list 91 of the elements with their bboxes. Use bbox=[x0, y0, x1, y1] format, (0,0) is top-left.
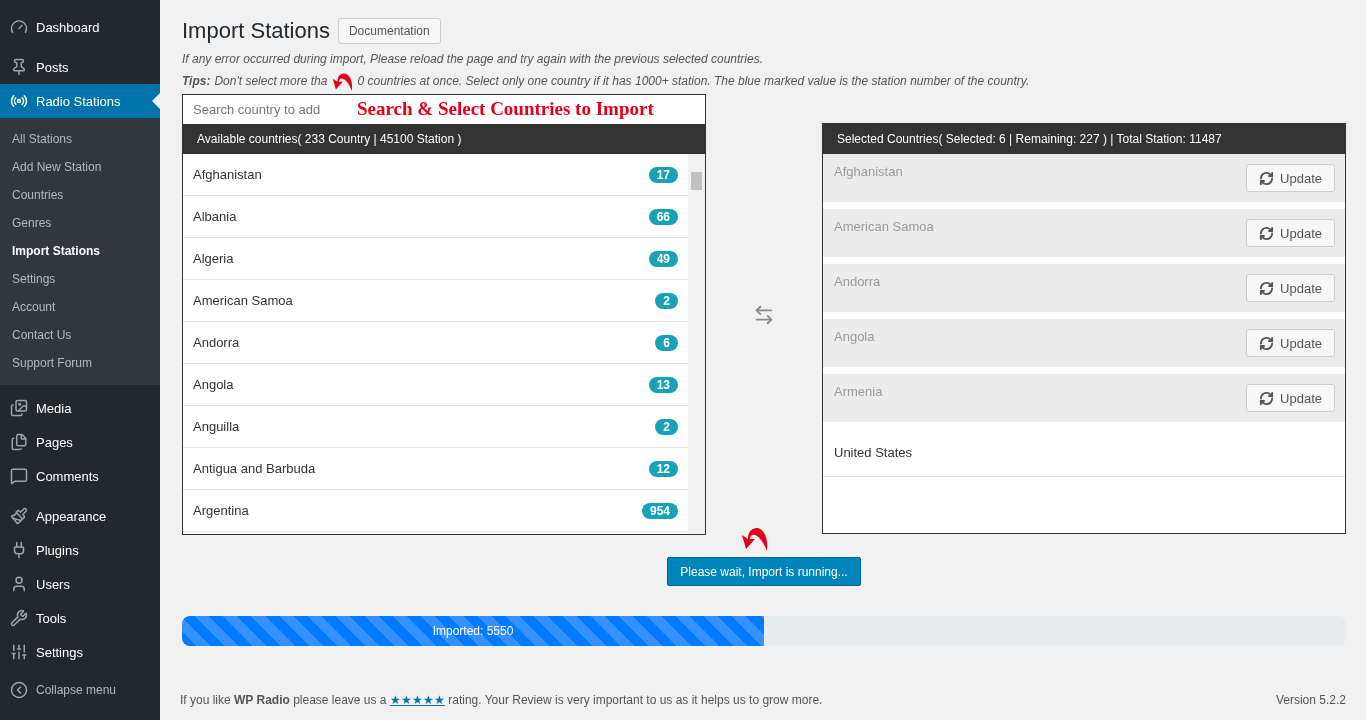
submenu-item[interactable]: All Stations bbox=[0, 125, 160, 153]
menu-item[interactable]: Appearance bbox=[0, 499, 160, 533]
station-count: 17 bbox=[648, 166, 678, 183]
refresh-icon bbox=[1259, 170, 1275, 186]
station-count: 954 bbox=[641, 502, 678, 519]
country-name: Andorra bbox=[834, 274, 881, 289]
footer-text: If you like WP Radio please leave us a ★★★★★ rating. Your Review is very important to us as it helps us to grow more. bbox=[180, 693, 823, 707]
menu-item[interactable]: Radio Stations bbox=[0, 84, 160, 118]
tips-label: Tips: bbox=[182, 74, 211, 88]
country-name: Armenia bbox=[834, 384, 883, 399]
station-count: 6 bbox=[655, 334, 678, 351]
country-row[interactable]: Andorra 6 bbox=[183, 322, 688, 364]
refresh-icon bbox=[1259, 280, 1275, 296]
menu-item[interactable]: Posts bbox=[0, 50, 160, 84]
progress-fill: Imported: 5550 bbox=[182, 616, 764, 646]
country-name: Angola bbox=[193, 377, 234, 392]
menu-item[interactable]: Comments bbox=[0, 459, 160, 493]
swap-icon bbox=[753, 303, 775, 326]
tips-text: Don't select more tha bbox=[214, 74, 328, 88]
station-count: 2 bbox=[655, 418, 678, 435]
country-name: American Samoa bbox=[193, 293, 293, 308]
country-row[interactable]: Albania 66 bbox=[183, 196, 688, 238]
collapse-icon bbox=[10, 681, 28, 699]
submenu-item[interactable]: Import Stations bbox=[0, 237, 160, 265]
menu-item[interactable]: Plugins bbox=[0, 533, 160, 567]
country-row[interactable]: Afghanistan 17 bbox=[183, 154, 688, 196]
scrollbar[interactable] bbox=[688, 154, 705, 534]
update-button[interactable]: Update bbox=[1246, 274, 1335, 302]
page-title: Import Stations bbox=[182, 18, 330, 44]
country-name: Argentina bbox=[193, 503, 249, 518]
submenu-item[interactable]: Genres bbox=[0, 209, 160, 237]
update-button[interactable]: Update bbox=[1246, 329, 1335, 357]
menu-item[interactable]: Media bbox=[0, 391, 160, 425]
menu-item[interactable]: Pages bbox=[0, 425, 160, 459]
annotation-text: Search & Select Countries to Import bbox=[357, 98, 654, 120]
user-icon bbox=[10, 575, 28, 593]
paintbrush-icon bbox=[10, 507, 28, 525]
gauge-icon bbox=[10, 18, 28, 36]
menu-item[interactable]: Tools bbox=[0, 601, 160, 635]
error-notice: If any error occurred during import, Please reload the page and try again with the previous selected countries. bbox=[182, 52, 764, 66]
menu-item[interactable]: Users bbox=[0, 567, 160, 601]
station-count: 49 bbox=[648, 250, 678, 267]
country-row[interactable]: Anguilla 2 bbox=[183, 406, 688, 448]
speech-bubble-icon bbox=[10, 467, 28, 485]
country-name: Andorra bbox=[193, 335, 240, 350]
country-row[interactable]: American Samoa 2 bbox=[183, 280, 688, 322]
import-button[interactable]: Please wait, Import is running... bbox=[667, 557, 861, 586]
menu-item[interactable]: Settings bbox=[0, 635, 160, 669]
country-name: United States bbox=[834, 445, 913, 460]
submenu-item[interactable]: Countries bbox=[0, 181, 160, 209]
tips-text: 0 countries at once. Select only one country if it has 1000+ station. The blue marked value is the station number of the country. bbox=[357, 74, 1030, 88]
pin-icon bbox=[10, 58, 28, 76]
country-name: American Samoa bbox=[834, 219, 934, 234]
refresh-icon bbox=[1259, 335, 1275, 351]
station-count: 66 bbox=[648, 208, 678, 225]
rating-link[interactable]: ★★★★★ bbox=[389, 693, 445, 707]
menu-item[interactable]: Dashboard bbox=[0, 10, 160, 44]
wrench-icon bbox=[10, 609, 28, 627]
sliders-icon bbox=[10, 643, 28, 661]
panel-header: Available countries( 233 Country | 45100 Station ) bbox=[183, 124, 705, 154]
pages-icon bbox=[10, 433, 28, 451]
collapse-menu-button[interactable]: Collapse menu bbox=[0, 673, 160, 707]
update-button[interactable]: Update bbox=[1246, 219, 1335, 247]
documentation-button[interactable]: Documentation bbox=[337, 18, 441, 44]
radio-icon bbox=[10, 92, 28, 110]
submenu-item[interactable]: Add New Station bbox=[0, 153, 160, 181]
images-icon bbox=[10, 399, 28, 417]
submenu-item[interactable]: Contact Us bbox=[0, 321, 160, 349]
version-text: Version 5.2.2 bbox=[1275, 693, 1346, 707]
panel-header: Selected Countries( Selected: 6 | Remaining: 227 ) | Total Station: 11487 bbox=[823, 124, 1345, 154]
country-name: Afghanistan bbox=[193, 167, 262, 182]
country-name: Algeria bbox=[193, 251, 234, 266]
country-name: Anguilla bbox=[193, 419, 240, 434]
country-row[interactable]: Argentina 954 bbox=[183, 490, 688, 532]
country-row[interactable]: Angola 13 bbox=[183, 364, 688, 406]
country-name: Antigua and Barbuda bbox=[193, 461, 316, 476]
station-count: 2 bbox=[655, 292, 678, 309]
update-button[interactable]: Update bbox=[1246, 164, 1335, 192]
country-name: Albania bbox=[193, 209, 237, 224]
refresh-icon bbox=[1259, 225, 1275, 241]
submenu-item[interactable]: Settings bbox=[0, 265, 160, 293]
submenu-item[interactable]: Account bbox=[0, 293, 160, 321]
station-count: 13 bbox=[648, 376, 678, 393]
station-count: 12 bbox=[648, 460, 678, 477]
refresh-icon bbox=[1259, 390, 1275, 406]
country-row[interactable]: Algeria 49 bbox=[183, 238, 688, 280]
country-row[interactable]: Antigua and Barbuda 12 bbox=[183, 448, 688, 490]
update-button[interactable]: Update bbox=[1246, 384, 1335, 412]
country-name: Angola bbox=[834, 329, 875, 344]
submenu-item[interactable]: Support Forum bbox=[0, 349, 160, 377]
country-name: Afghanistan bbox=[834, 164, 903, 179]
